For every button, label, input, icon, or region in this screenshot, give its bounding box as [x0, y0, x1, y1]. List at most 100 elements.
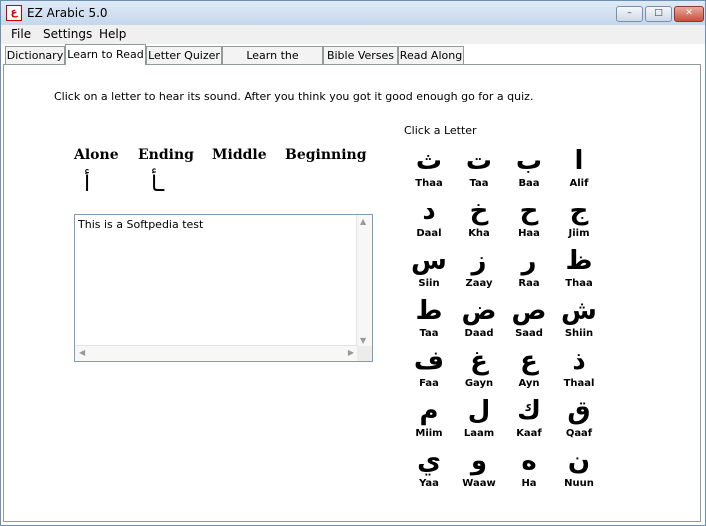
letter-button[interactable]: ن Nuun: [554, 444, 604, 494]
app-window: ع EZ Arabic 5.0 – □ ✕ File Settings Help…: [0, 0, 706, 526]
close-button[interactable]: ✕: [674, 6, 704, 22]
tab-bible-verses[interactable]: Bible Verses: [323, 46, 398, 64]
letter-glyph: ت: [465, 146, 493, 176]
notes-text: This is a Softpedia test: [78, 218, 204, 231]
letter-button[interactable]: ج Jiim: [554, 194, 604, 244]
letter-button[interactable]: ص Saad: [504, 294, 554, 344]
instructions-text: Click on a letter to hear its sound. Aft…: [54, 90, 534, 103]
letter-name: Baa: [518, 178, 540, 189]
title-bar[interactable]: ع EZ Arabic 5.0 – □ ✕: [1, 1, 705, 26]
letter-button[interactable]: ب Baa: [504, 144, 554, 194]
letter-button[interactable]: د Daal: [404, 194, 454, 244]
notes-textarea[interactable]: This is a Softpedia test ▲ ▼ ◀ ▶: [74, 214, 373, 362]
letter-glyph: ه: [521, 446, 537, 476]
letter-button[interactable]: س Siin: [404, 244, 454, 294]
letter-glyph: س: [411, 246, 447, 276]
letter-button[interactable]: ف Faa: [404, 344, 454, 394]
letter-glyph: و: [470, 446, 488, 476]
letter-button[interactable]: و Waaw: [454, 444, 504, 494]
tab-read-along[interactable]: Read Along: [398, 46, 464, 64]
tab-learn-to-read[interactable]: Learn to Read: [65, 44, 146, 65]
letter-glyph: ذ: [572, 346, 586, 376]
letter-name: Daal: [416, 228, 442, 239]
scroll-corner: [357, 346, 372, 361]
letter-button[interactable]: ش Shiin: [554, 294, 604, 344]
letter-button[interactable]: خ Kha: [454, 194, 504, 244]
letter-button[interactable]: ط Taa: [404, 294, 454, 344]
letter-glyph: ب: [515, 146, 543, 176]
letter-name: Jiim: [568, 228, 590, 239]
letter-button[interactable]: ق Qaaf: [554, 394, 604, 444]
menu-bar: File Settings Help: [1, 25, 705, 44]
letter-glyph: ز: [471, 246, 487, 276]
letter-glyph: ق: [567, 396, 591, 426]
letter-button[interactable]: ا Alif: [554, 144, 604, 194]
tab-learn-the-numbers[interactable]: Learn the numbers: [222, 46, 323, 80]
letter-button[interactable]: ر Raa: [504, 244, 554, 294]
letter-name: Waaw: [462, 478, 496, 489]
letter-button[interactable]: ي Yaa: [404, 444, 454, 494]
scroll-up-arrow-icon[interactable]: ▲: [360, 217, 366, 226]
letter-button[interactable]: ذ Thaal: [554, 344, 604, 394]
letter-name: Thaa: [415, 178, 443, 189]
letter-glyph: ا: [574, 146, 584, 176]
letter-glyph: ش: [561, 296, 597, 326]
letter-name: Nuun: [564, 478, 594, 489]
letter-glyph: ك: [517, 396, 541, 426]
app-logo-icon: ع: [6, 5, 22, 21]
letter-button[interactable]: ه Ha: [504, 444, 554, 494]
letter-name: Kaaf: [516, 428, 542, 439]
letter-glyph: ع: [520, 346, 538, 376]
letter-glyph: ض: [461, 296, 497, 326]
horizontal-scrollbar[interactable]: ◀ ▶: [75, 345, 358, 361]
scroll-left-arrow-icon[interactable]: ◀: [79, 348, 85, 357]
menu-settings[interactable]: Settings: [43, 27, 92, 41]
letter-glyph: ن: [567, 446, 591, 476]
letter-button[interactable]: ظ Thaa: [554, 244, 604, 294]
menu-file[interactable]: File: [11, 27, 31, 41]
header-beginning: Beginning: [285, 147, 367, 163]
letter-button[interactable]: ض Daad: [454, 294, 504, 344]
letter-button[interactable]: ح Haa: [504, 194, 554, 244]
letter-button[interactable]: ك Kaaf: [504, 394, 554, 444]
letter-button[interactable]: غ Gayn: [454, 344, 504, 394]
letter-glyph: د: [422, 196, 436, 226]
letter-name: Kha: [468, 228, 490, 239]
letter-name: Miim: [415, 428, 443, 439]
letter-name: Faa: [419, 378, 439, 389]
letter-name: Shiin: [564, 328, 594, 339]
letter-glyph: ظ: [565, 246, 593, 276]
menu-help[interactable]: Help: [99, 27, 126, 41]
letter-glyph: ر: [521, 246, 537, 276]
letter-name: Siin: [418, 278, 440, 289]
header-middle: Middle: [212, 147, 267, 163]
header-ending: Ending: [138, 147, 194, 163]
letter-glyph: ي: [417, 446, 441, 476]
vertical-scrollbar[interactable]: ▲ ▼: [356, 215, 372, 347]
letter-button[interactable]: ع Ayn: [504, 344, 554, 394]
letter-glyph: ل: [467, 396, 491, 426]
letter-glyph: ط: [415, 296, 443, 326]
maximize-button[interactable]: □: [645, 6, 672, 22]
scroll-down-arrow-icon[interactable]: ▼: [360, 336, 366, 345]
letter-button[interactable]: ز Zaay: [454, 244, 504, 294]
letter-name: Laam: [463, 428, 495, 439]
tab-dictionary[interactable]: Dictionary: [5, 46, 65, 64]
letter-name: Raa: [518, 278, 540, 289]
window-title: EZ Arabic 5.0: [27, 6, 108, 20]
scroll-right-arrow-icon[interactable]: ▶: [348, 348, 354, 357]
letter-name: Taa: [469, 178, 489, 189]
letter-glyph: م: [419, 396, 439, 426]
letter-glyph: غ: [470, 346, 488, 376]
letter-name: Gayn: [464, 378, 494, 389]
letter-button[interactable]: ل Laam: [454, 394, 504, 444]
form-ending: ـأ: [151, 172, 165, 197]
letter-name: Taa: [419, 328, 439, 339]
letter-button[interactable]: م Miim: [404, 394, 454, 444]
letter-button[interactable]: ث Thaa: [404, 144, 454, 194]
tab-letter-quizer[interactable]: Letter Quizer: [146, 46, 222, 64]
letter-name: Alif: [569, 178, 589, 189]
minimize-button[interactable]: –: [616, 6, 643, 22]
letter-name: Zaay: [465, 278, 493, 289]
letter-button[interactable]: ت Taa: [454, 144, 504, 194]
